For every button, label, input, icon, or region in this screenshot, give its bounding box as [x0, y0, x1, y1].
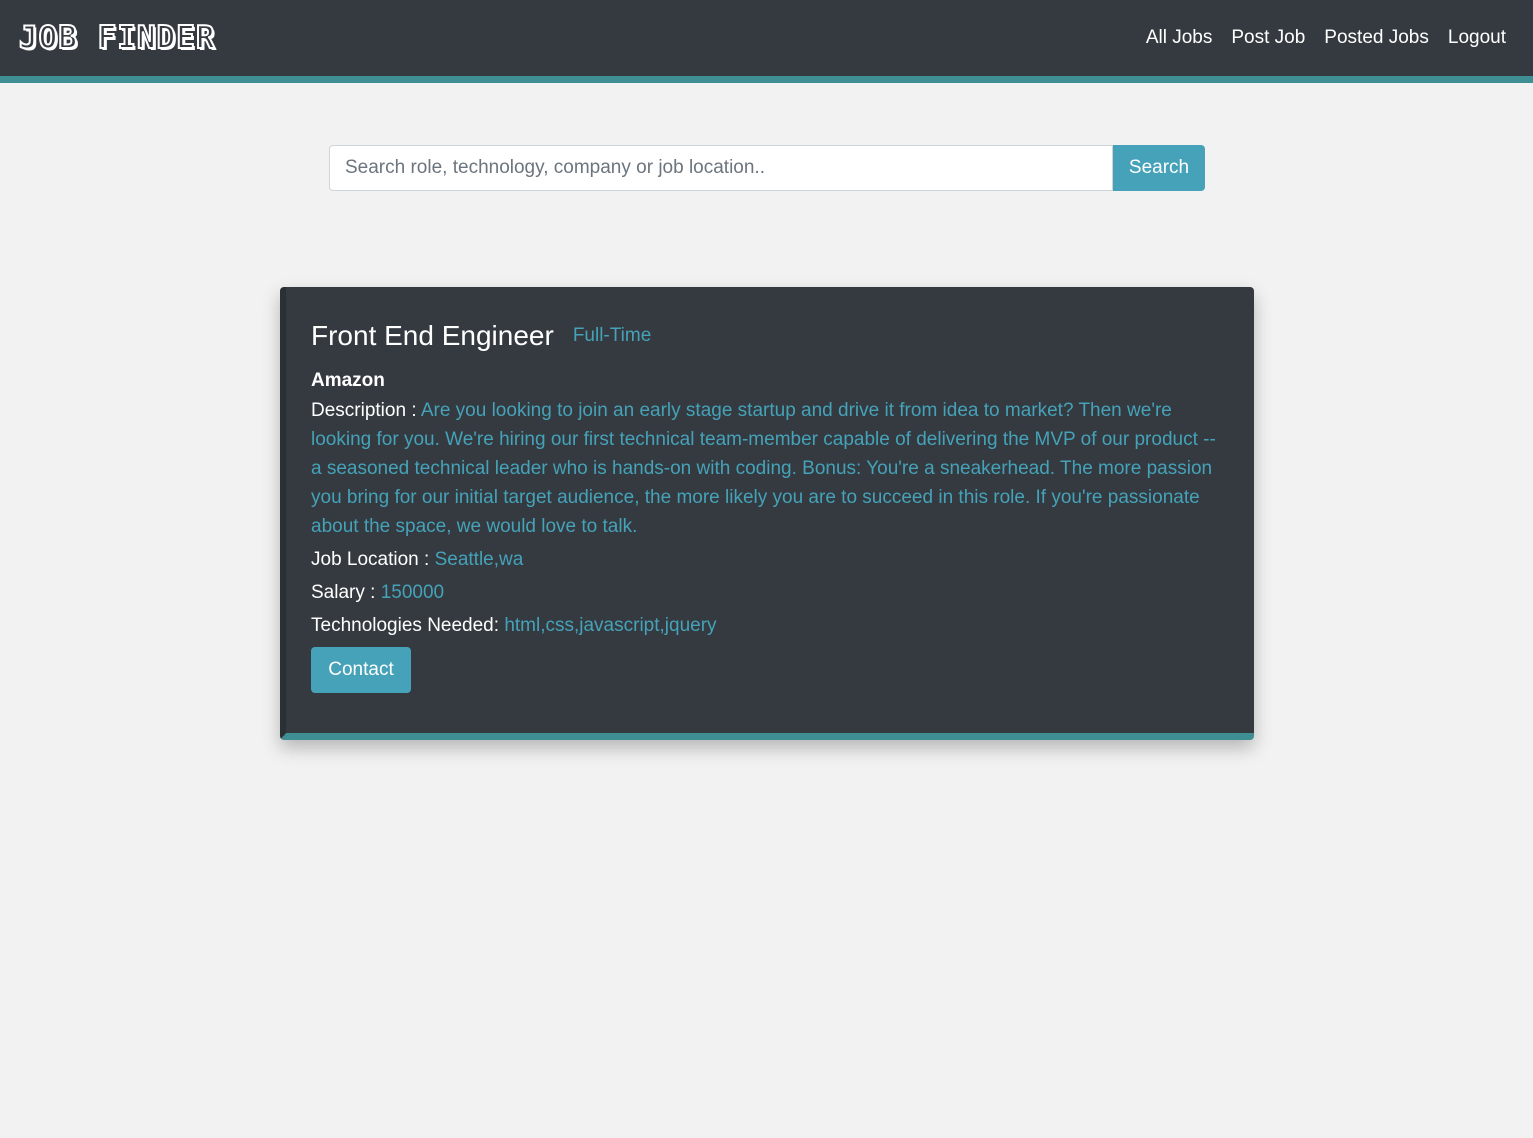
technologies-value: html,css,javascript,jquery [504, 615, 717, 636]
job-location: Job Location : Seattle,wa [311, 545, 1229, 574]
nav-post-job[interactable]: Post Job [1231, 27, 1305, 49]
job-description: Description : Are you looking to join an… [311, 396, 1229, 541]
search-button[interactable]: Search [1113, 145, 1205, 191]
search-input[interactable] [329, 145, 1113, 191]
description-label: Description : [311, 400, 421, 421]
brand-logo[interactable]: JOB FINDER [18, 19, 216, 57]
contact-button[interactable]: Contact [311, 647, 411, 693]
search-bar: Search [329, 145, 1205, 191]
salary-label: Salary : [311, 582, 381, 603]
nav-posted-jobs[interactable]: Posted Jobs [1324, 27, 1429, 49]
job-title: Front End Engineer [311, 320, 554, 351]
technologies-label: Technologies Needed: [311, 615, 505, 636]
job-salary: Salary : 150000 [311, 578, 1229, 607]
nav-logout[interactable]: Logout [1448, 27, 1506, 49]
description-text: Are you looking to join an early stage s… [311, 400, 1216, 537]
job-technologies: Technologies Needed: html,css,javascript… [311, 611, 1229, 640]
location-value: Seattle,wa [434, 549, 524, 570]
job-title-row: Front End Engineer Full-Time [311, 320, 1229, 352]
salary-value: 150000 [380, 582, 445, 603]
job-card: Front End Engineer Full-Time Amazon Desc… [280, 287, 1254, 740]
nav-all-jobs[interactable]: All Jobs [1146, 27, 1213, 49]
company-name: Amazon [311, 370, 385, 391]
nav-links: All Jobs Post Job Posted Jobs Logout [1146, 27, 1506, 49]
location-label: Job Location : [311, 549, 435, 570]
job-type-badge: Full-Time [572, 325, 652, 346]
navbar: JOB FINDER All Jobs Post Job Posted Jobs… [0, 0, 1533, 83]
